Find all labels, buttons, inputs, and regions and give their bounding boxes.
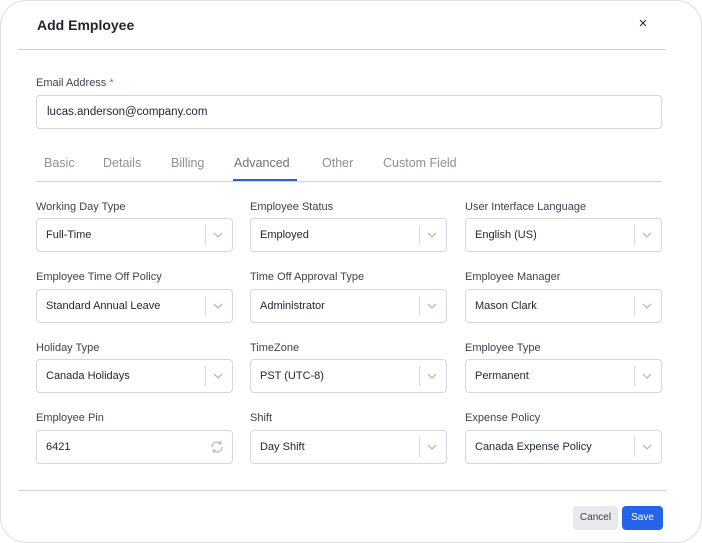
time-off-policy-label: Employee Time Off Policy	[36, 271, 162, 283]
expense-policy-select[interactable]: Canada Expense Policy	[465, 430, 662, 464]
expense-policy-value: Canada Expense Policy	[475, 441, 592, 453]
employee-type-label: Employee Type	[465, 342, 541, 354]
email-input[interactable]: lucas.anderson@company.com	[36, 95, 662, 129]
select-separator	[634, 366, 635, 386]
chevron-down-icon	[213, 232, 223, 238]
chevron-down-icon	[642, 303, 652, 309]
ui-language-label: User Interface Language	[465, 201, 587, 213]
employee-pin-input[interactable]: 6421	[36, 430, 233, 464]
ui-language-value: English (US)	[475, 229, 537, 241]
holiday-type-label: Holiday Type	[36, 342, 100, 354]
chevron-down-icon	[642, 232, 652, 238]
header-divider	[18, 49, 666, 50]
cancel-button[interactable]: Cancel	[573, 506, 618, 530]
tab-custom-field[interactable]: Custom Field	[383, 156, 457, 170]
tab-billing[interactable]: Billing	[171, 156, 204, 170]
time-off-approval-label: Time Off Approval Type	[250, 271, 365, 283]
time-off-policy-select[interactable]: Standard Annual Leave	[36, 289, 233, 323]
select-separator	[419, 296, 420, 316]
tab-basic[interactable]: Basic	[44, 156, 75, 170]
employee-pin-label: Employee Pin	[36, 412, 104, 424]
select-separator	[634, 437, 635, 457]
time-off-approval-select[interactable]: Administrator	[250, 289, 447, 323]
chevron-down-icon	[427, 232, 437, 238]
time-off-approval-value: Administrator	[260, 300, 325, 312]
tab-advanced[interactable]: Advanced	[234, 156, 290, 170]
time-off-policy-value: Standard Annual Leave	[46, 300, 161, 312]
employee-status-label: Employee Status	[250, 201, 334, 213]
employee-pin-value: 6421	[46, 441, 71, 453]
active-tab-indicator	[233, 179, 297, 181]
chevron-down-icon	[213, 303, 223, 309]
working-day-type-select[interactable]: Full-Time	[36, 218, 233, 252]
add-employee-modal: Add Employee × Email Address * lucas.and…	[0, 0, 702, 543]
close-icon[interactable]: ×	[635, 15, 651, 33]
employee-status-select[interactable]: Employed	[250, 218, 447, 252]
select-separator	[634, 225, 635, 245]
select-separator	[419, 225, 420, 245]
shift-value: Day Shift	[260, 441, 305, 453]
shift-label: Shift	[250, 412, 273, 424]
select-separator	[205, 296, 206, 316]
employee-manager-value: Mason Clark	[475, 300, 537, 312]
select-separator	[419, 366, 420, 386]
chevron-down-icon	[213, 373, 223, 379]
select-separator	[419, 437, 420, 457]
select-separator	[634, 296, 635, 316]
select-separator	[205, 225, 206, 245]
refresh-icon[interactable]	[209, 439, 225, 455]
shift-select[interactable]: Day Shift	[250, 430, 447, 464]
employee-type-select[interactable]: Permanent	[465, 359, 662, 393]
select-separator	[205, 366, 206, 386]
footer-divider	[18, 490, 666, 491]
chevron-down-icon	[642, 373, 652, 379]
employee-manager-select[interactable]: Mason Clark	[465, 289, 662, 323]
chevron-down-icon	[427, 373, 437, 379]
expense-policy-label: Expense Policy	[465, 412, 541, 424]
email-label: Email Address *	[36, 77, 114, 89]
tab-bar: Basic Details Billing Advanced Other Cus…	[36, 156, 662, 182]
employee-type-value: Permanent	[475, 370, 529, 382]
required-mark: *	[109, 77, 114, 89]
timezone-select[interactable]: PST (UTC-8)	[250, 359, 447, 393]
chevron-down-icon	[427, 444, 437, 450]
tab-other[interactable]: Other	[322, 156, 353, 170]
timezone-value: PST (UTC-8)	[260, 370, 324, 382]
chevron-down-icon	[427, 303, 437, 309]
save-button[interactable]: Save	[622, 506, 663, 530]
holiday-type-value: Canada Holidays	[46, 370, 130, 382]
ui-language-select[interactable]: English (US)	[465, 218, 662, 252]
tab-details[interactable]: Details	[103, 156, 141, 170]
working-day-type-label: Working Day Type	[36, 201, 126, 213]
modal-title: Add Employee	[37, 17, 135, 33]
holiday-type-select[interactable]: Canada Holidays	[36, 359, 233, 393]
employee-manager-label: Employee Manager	[465, 271, 561, 283]
email-label-text: Email Address	[36, 77, 107, 89]
chevron-down-icon	[642, 444, 652, 450]
timezone-label: TimeZone	[250, 342, 300, 354]
employee-status-value: Employed	[260, 229, 309, 241]
working-day-type-value: Full-Time	[46, 229, 92, 241]
